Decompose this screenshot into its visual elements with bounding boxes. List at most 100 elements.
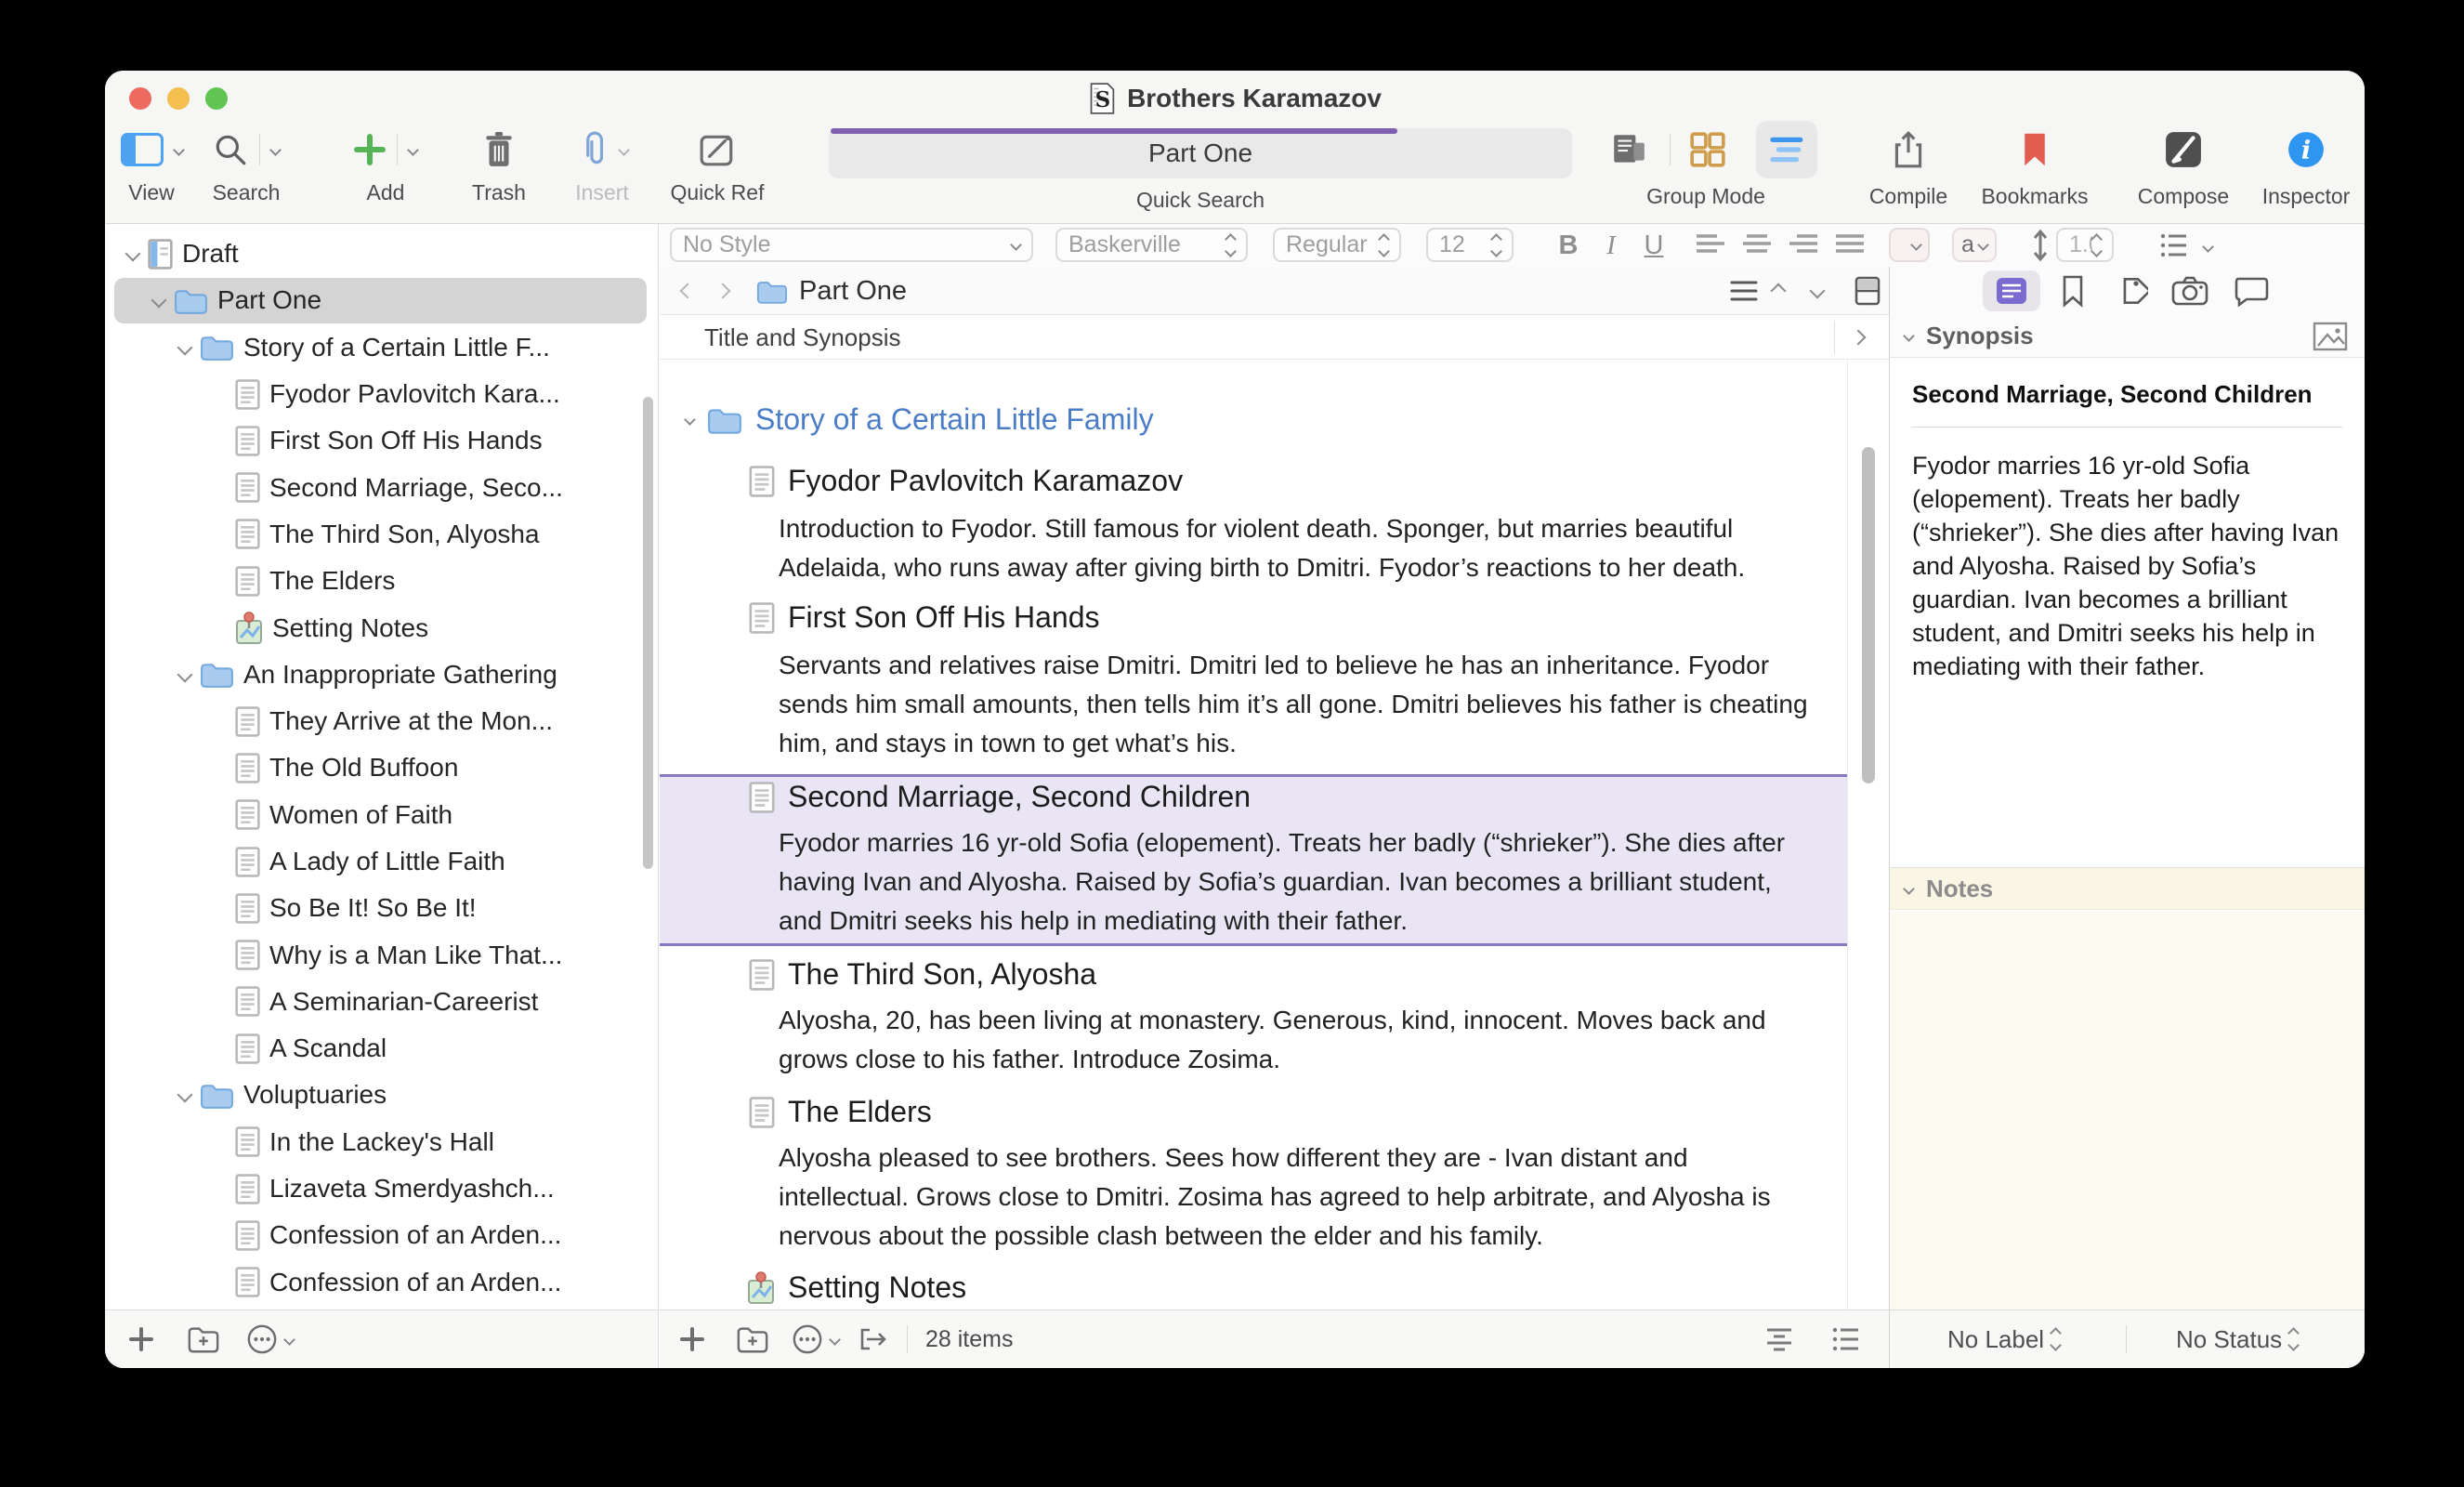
add-folder-button[interactable] (187, 1310, 220, 1368)
align-right-button[interactable] (1782, 226, 1825, 265)
line-spacing-button[interactable] (2027, 226, 2053, 265)
binder-item-draft[interactable]: Draft (105, 230, 658, 277)
compose-button[interactable] (2163, 123, 2204, 177)
outline-row-title-selected[interactable]: Second Marriage, Second Children (749, 780, 1251, 814)
add-item-button[interactable] (680, 1310, 704, 1368)
font-size-select[interactable]: 12 (1426, 228, 1514, 262)
split-editor-button[interactable] (1855, 267, 1881, 315)
binder-item-confession-1[interactable]: Confession of an Arden... (105, 1212, 658, 1258)
style-select[interactable]: No Style (670, 228, 1033, 262)
toolbar-quick-ref[interactable]: Quick Ref (657, 123, 778, 205)
font-select[interactable]: Baskerville (1055, 228, 1248, 262)
tab-bookmarks[interactable] (2044, 267, 2102, 315)
label-select[interactable]: No Label (1947, 1310, 2060, 1368)
image-icon[interactable] (2313, 322, 2348, 351)
binder-item-lackeys-hall[interactable]: In the Lackey's Hall (105, 1119, 658, 1165)
outline-scrollbar[interactable] (1862, 447, 1875, 783)
binder-item-lady-of-little-faith[interactable]: A Lady of Little Faith (105, 838, 658, 885)
binder-item-women-of-faith[interactable]: Women of Faith (105, 792, 658, 838)
toolbar-view[interactable]: View (105, 123, 198, 205)
tab-comments[interactable] (2222, 267, 2280, 315)
binder-item-voluptuaries[interactable]: Voluptuaries (105, 1072, 658, 1118)
outline-row-synopsis[interactable]: Alyosha pleased to see brothers. Sees ho… (779, 1138, 1810, 1256)
outline-row-title[interactable]: Fyodor Pavlovitch Karamazov (749, 464, 1183, 498)
binder-item-lizaveta[interactable]: Lizaveta Smerdyashch... (105, 1165, 658, 1212)
item-menu-button[interactable] (1730, 267, 1758, 315)
column-title[interactable]: Title and Synopsis (704, 315, 900, 360)
outline-row-folder[interactable]: Story of a Certain Little Family (686, 402, 1154, 437)
toggle-synopsis-button[interactable] (1765, 1310, 1793, 1368)
add-item-button[interactable] (129, 1310, 153, 1368)
next-document-button[interactable] (1812, 267, 1823, 315)
binder-item-elders[interactable]: The Elders (105, 558, 658, 604)
disclosure-chevron-icon[interactable] (125, 246, 141, 262)
outline-row-title[interactable]: First Son Off His Hands (749, 600, 1100, 635)
binder-options-button[interactable] (246, 1310, 294, 1368)
binder-item-inappropriate-gathering[interactable]: An Inappropriate Gathering (105, 651, 658, 698)
binder-item-setting-notes[interactable]: Setting Notes (105, 604, 658, 651)
notes-section-header[interactable]: Notes (1890, 867, 2365, 910)
disclosure-chevron-icon[interactable] (177, 1087, 193, 1103)
options-button[interactable] (792, 1310, 839, 1368)
group-mode-corkboard-button[interactable] (1687, 123, 1728, 177)
binder-item-seminarian[interactable]: A Seminarian-Careerist (105, 979, 658, 1025)
toolbar-search[interactable]: Search (200, 123, 293, 205)
tab-snapshots[interactable] (2161, 267, 2219, 315)
align-left-button[interactable] (1689, 226, 1732, 265)
synopsis-section-header[interactable]: Synopsis (1890, 315, 2365, 358)
back-button[interactable] (682, 267, 693, 315)
add-column-button[interactable] (1853, 315, 1864, 360)
italic-button[interactable]: I (1592, 226, 1630, 265)
binder-item-fyodor[interactable]: Fyodor Pavlovitch Kara... (105, 371, 658, 417)
align-center-button[interactable] (1736, 226, 1778, 265)
text-color-select[interactable] (1889, 228, 1930, 262)
status-select[interactable]: No Status (2176, 1310, 2298, 1368)
previous-document-button[interactable] (1773, 267, 1784, 315)
synopsis-body[interactable]: Second Marriage, Second Children Fyodor … (1890, 358, 2365, 867)
binder-item-they-arrive[interactable]: They Arrive at the Mon... (105, 698, 658, 744)
compile-button[interactable] (1888, 123, 1929, 177)
toolbar-add[interactable]: Add (330, 123, 441, 205)
inspector-button[interactable] (2286, 123, 2326, 177)
synopsis-card-text[interactable]: Fyodor marries 16 yr-old Sofia (elopemen… (1912, 449, 2341, 683)
binder-item-so-be-it[interactable]: So Be It! So Be It! (105, 885, 658, 931)
binder-item-first-son[interactable]: First Son Off His Hands (105, 417, 658, 464)
line-spacing-select[interactable]: 1.0 (2056, 228, 2114, 262)
outline-row-title[interactable]: Setting Notes (747, 1270, 966, 1305)
binder-item-why-is-a-man[interactable]: Why is a Man Like That... (105, 931, 658, 978)
outline-row-synopsis[interactable]: Servants and relatives raise Dmitri. Dmi… (779, 646, 1810, 763)
binder-item-part-one[interactable]: Part One (105, 277, 658, 323)
disclosure-chevron-icon[interactable] (177, 339, 193, 355)
outline-row-synopsis[interactable]: Fyodor marries 16 yr-old Sofia (elopemen… (779, 823, 1810, 941)
font-weight-select[interactable]: Regular (1273, 228, 1401, 262)
group-mode-scrivenings-button[interactable] (1608, 123, 1649, 177)
highlight-select[interactable]: a (1952, 228, 1997, 262)
outline-row-synopsis[interactable]: Introduction to Fyodor. Still famous for… (779, 509, 1810, 587)
binder-item-second-marriage[interactable]: Second Marriage, Seco... (105, 464, 658, 510)
binder-item-confession-2[interactable]: Confession of an Arden... (105, 1259, 658, 1306)
binder-item-third-son[interactable]: The Third Son, Alyosha (105, 511, 658, 558)
add-folder-button[interactable] (736, 1310, 769, 1368)
tab-notes[interactable] (1983, 267, 2040, 315)
align-justify-button[interactable] (1828, 226, 1871, 265)
binder-item-a-scandal[interactable]: A Scandal (105, 1025, 658, 1072)
list-style-button[interactable] (2157, 226, 2191, 265)
toolbar-trash[interactable]: Trash (452, 123, 545, 205)
bold-button[interactable]: B (1548, 226, 1589, 265)
outline-row-title[interactable]: The Elders (749, 1095, 932, 1129)
disclosure-chevron-icon[interactable] (177, 666, 193, 682)
underline-button[interactable]: U (1633, 226, 1674, 265)
tab-metadata[interactable] (2103, 267, 2160, 315)
disclosure-chevron-icon[interactable] (151, 293, 167, 309)
toolbar-insert[interactable]: Insert (551, 123, 653, 205)
binder-item-story[interactable]: Story of a Certain Little F... (105, 324, 658, 371)
group-mode-outline-button[interactable] (1767, 123, 1808, 177)
outline-row-title[interactable]: The Third Son, Alyosha (749, 957, 1096, 992)
binder-item-old-buffoon[interactable]: The Old Buffoon (105, 744, 658, 791)
bookmarks-button[interactable] (2014, 123, 2055, 177)
disclosure-chevron-icon[interactable] (684, 414, 696, 426)
binder-scrollbar[interactable] (643, 397, 653, 869)
quick-search-field[interactable]: Part One (829, 128, 1572, 178)
notes-body[interactable] (1890, 912, 2365, 1309)
toggle-bullets-button[interactable] (1832, 1310, 1860, 1368)
